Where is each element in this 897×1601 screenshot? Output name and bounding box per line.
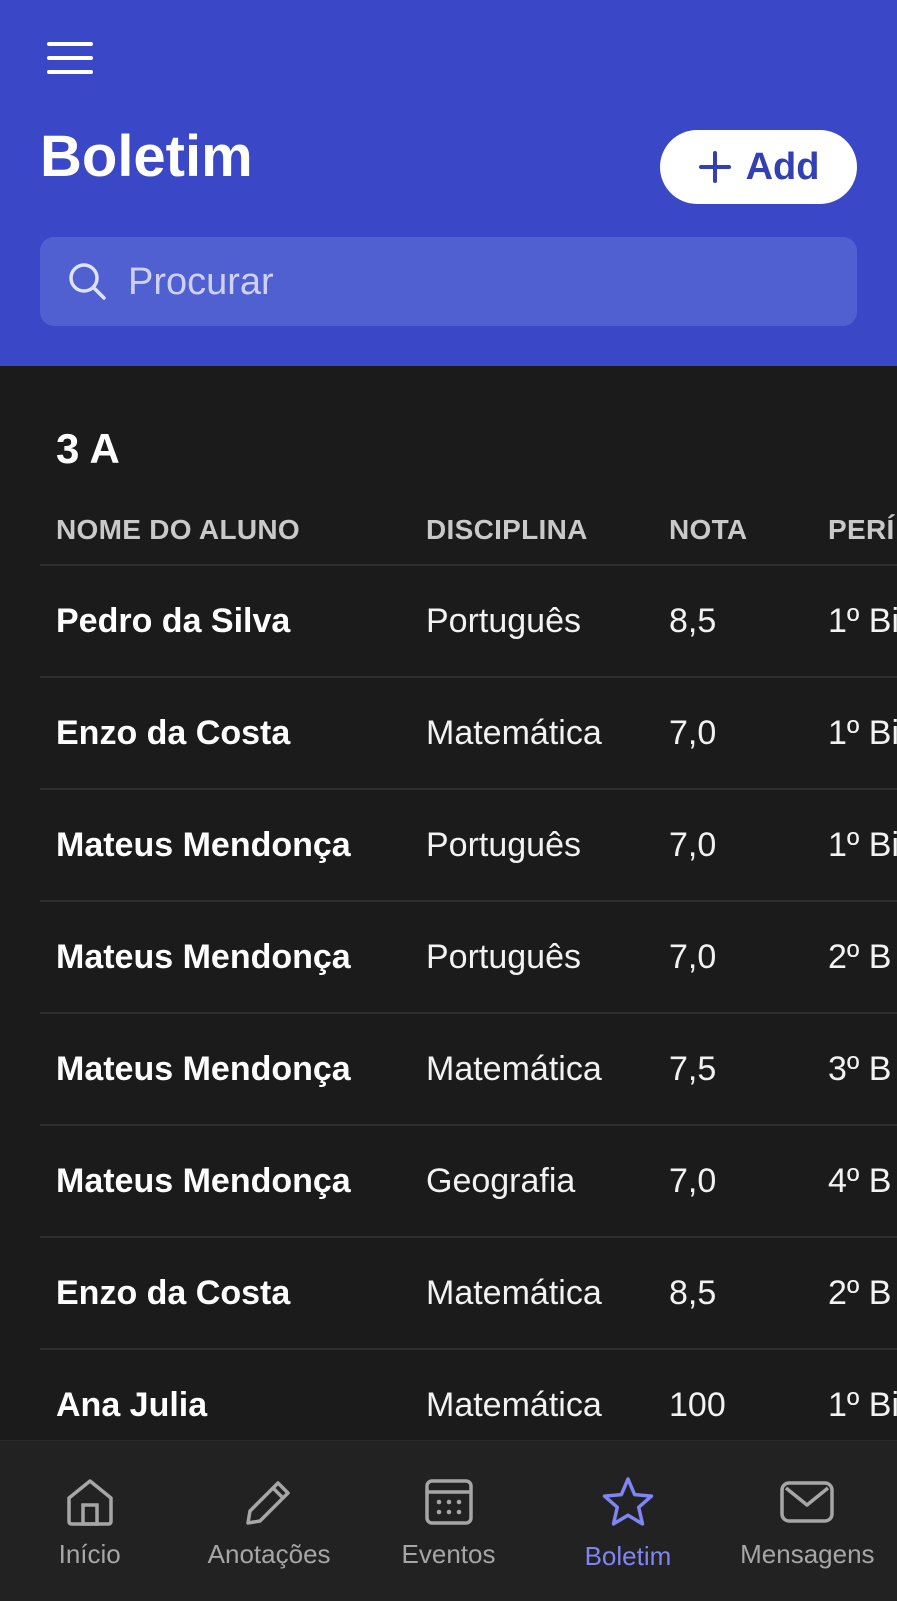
- subject-cell: Matemática: [410, 1349, 653, 1440]
- student-name: Mateus Mendonça: [40, 1125, 410, 1238]
- period-cell: 1º Bi: [812, 677, 897, 790]
- class-group-title: 3 A: [56, 425, 120, 472]
- student-name: Ana Julia: [40, 1349, 410, 1440]
- table-row[interactable]: Mateus Mendonça Português 7,0 2º B: [40, 901, 897, 1014]
- nav-item-boletim[interactable]: Boletim: [538, 1441, 717, 1601]
- search-icon: [69, 263, 106, 300]
- plus-icon: [698, 151, 731, 183]
- table-row[interactable]: Mateus Mendonça Português 7,0 1º Bi: [40, 789, 897, 902]
- nav-item-inicio[interactable]: Início: [0, 1441, 179, 1601]
- column-header-subject[interactable]: DISCIPLINA: [410, 496, 653, 566]
- table-row[interactable]: Mateus Mendonça Geografia 7,0 4º B: [40, 1125, 897, 1238]
- subject-cell: Geografia: [410, 1125, 653, 1238]
- grade-cell: 100: [653, 1349, 812, 1440]
- nav-item-anotacoes[interactable]: Anotações: [179, 1441, 358, 1601]
- student-name: Mateus Mendonça: [40, 789, 410, 902]
- table-row[interactable]: Enzo da Costa Matemática 7,0 1º Bi: [40, 677, 897, 790]
- mail-icon: [780, 1481, 835, 1523]
- nav-item-eventos[interactable]: Eventos: [359, 1441, 538, 1601]
- grade-cell: 7,0: [653, 901, 812, 1014]
- student-name: Enzo da Costa: [40, 1237, 410, 1350]
- period-cell: 1º Bi: [812, 789, 897, 902]
- grade-cell: 7,0: [653, 677, 812, 790]
- subject-cell: Português: [410, 789, 653, 902]
- column-header-period[interactable]: PERÍ: [812, 496, 897, 566]
- table-header-row: NOME DO ALUNO DISCIPLINA NOTA PERÍ: [40, 496, 897, 566]
- subject-cell: Português: [410, 901, 653, 1014]
- grade-cell: 7,0: [653, 789, 812, 902]
- student-name: Pedro da Silva: [40, 565, 410, 678]
- app-header: Boletim Add: [0, 0, 897, 366]
- nav-item-label: Boletim: [584, 1541, 672, 1571]
- nav-item-label: Início: [58, 1539, 121, 1569]
- subject-cell: Português: [410, 565, 653, 678]
- pencil-icon: [246, 1481, 290, 1525]
- home-icon: [66, 1479, 113, 1526]
- subject-cell: Matemática: [410, 1013, 653, 1126]
- grade-cell: 7,5: [653, 1013, 812, 1126]
- menu-button[interactable]: [40, 36, 100, 80]
- period-cell: 2º B: [812, 1237, 897, 1350]
- grade-cell: 8,5: [653, 1237, 812, 1350]
- star-icon: [602, 1477, 654, 1526]
- grade-cell: 8,5: [653, 565, 812, 678]
- menu-icon-bar: [47, 42, 93, 46]
- period-cell: 4º B: [812, 1125, 897, 1238]
- period-cell: 1º Bi: [812, 1349, 897, 1440]
- nav-item-label: Anotações: [207, 1539, 331, 1569]
- menu-icon-bar: [47, 70, 93, 74]
- student-name: Mateus Mendonça: [40, 1013, 410, 1126]
- table-row[interactable]: Enzo da Costa Matemática 8,5 2º B: [40, 1237, 897, 1350]
- nav-item-mensagens[interactable]: Mensagens: [718, 1441, 897, 1601]
- add-button[interactable]: Add: [660, 130, 857, 204]
- table-row[interactable]: Ana Julia Matemática 100 1º Bi: [40, 1349, 897, 1440]
- search-bar[interactable]: [40, 237, 857, 328]
- add-button-label: Add: [745, 145, 820, 188]
- nav-item-label: Mensagens: [740, 1539, 875, 1569]
- table-row[interactable]: Mateus Mendonça Matemática 7,5 3º B: [40, 1013, 897, 1126]
- search-input[interactable]: [126, 237, 830, 328]
- period-cell: 1º Bi: [812, 565, 897, 678]
- column-header-student[interactable]: NOME DO ALUNO: [40, 496, 410, 566]
- student-name: Mateus Mendonça: [40, 901, 410, 1014]
- column-header-grade[interactable]: NOTA: [653, 496, 812, 566]
- nav-item-label: Eventos: [401, 1539, 496, 1569]
- subject-cell: Matemática: [410, 1237, 653, 1350]
- grade-cell: 7,0: [653, 1125, 812, 1238]
- calendar-icon: [424, 1479, 473, 1525]
- period-cell: 2º B: [812, 901, 897, 1014]
- page-title: Boletim: [40, 124, 253, 189]
- menu-icon-bar: [47, 56, 93, 60]
- table-row[interactable]: Pedro da Silva Português 8,5 1º Bi: [40, 565, 897, 678]
- bottom-navigation: Início Anotações Eventos Boletim Mensage…: [0, 1440, 897, 1601]
- report-card-content: 3 A NOME DO ALUNO DISCIPLINA NOTA PERÍ P…: [0, 366, 897, 1440]
- student-name: Enzo da Costa: [40, 677, 410, 790]
- grades-table: NOME DO ALUNO DISCIPLINA NOTA PERÍ Pedro…: [40, 496, 897, 1440]
- subject-cell: Matemática: [410, 677, 653, 790]
- period-cell: 3º B: [812, 1013, 897, 1126]
